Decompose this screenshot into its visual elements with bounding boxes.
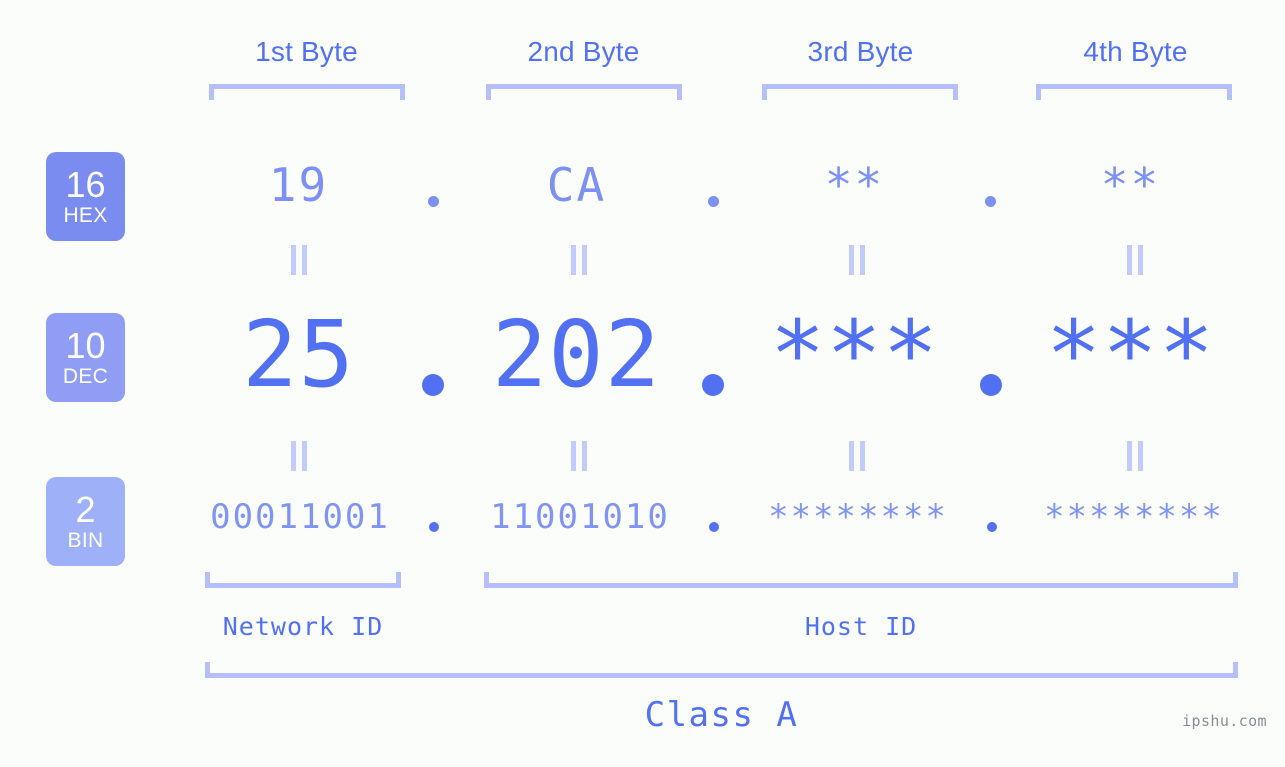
base-badge-dec-number: 10	[65, 325, 106, 366]
host-id-label: Host ID	[804, 612, 918, 641]
bin-byte-3: ********	[768, 497, 948, 537]
byte-bracket-4	[1036, 84, 1232, 100]
class-label: Class A	[644, 695, 799, 735]
hex-byte-1: 19	[268, 158, 329, 212]
byte-bracket-3	[762, 84, 958, 100]
base-badge-bin: 2 BIN	[46, 477, 125, 566]
byte-header-1: 1st Byte	[255, 36, 358, 67]
equals-icon-8	[1127, 441, 1143, 471]
base-badge-hex-label: HEX	[63, 204, 108, 227]
hex-separator-dot-1	[428, 196, 439, 207]
hex-byte-4: **	[1100, 158, 1161, 212]
dec-separator-dot-2	[702, 374, 724, 396]
dec-byte-4: ***	[1045, 301, 1216, 408]
byte-bracket-1	[209, 84, 405, 100]
base-badge-hex: 16 HEX	[46, 152, 125, 241]
equals-icon-1	[291, 245, 307, 275]
bin-separator-dot-2	[709, 522, 719, 532]
base-badge-bin-label: BIN	[67, 529, 104, 552]
hex-byte-3: **	[824, 158, 885, 212]
hex-separator-dot-2	[708, 196, 719, 207]
equals-icon-4	[1127, 245, 1143, 275]
byte-bracket-2	[486, 84, 682, 100]
host-id-bracket	[484, 572, 1238, 588]
byte-header-3: 3rd Byte	[807, 36, 914, 67]
bin-byte-4: ********	[1044, 497, 1224, 537]
dec-byte-1: 25	[242, 301, 355, 408]
class-bracket	[205, 662, 1238, 678]
equals-icon-3	[849, 245, 865, 275]
hex-separator-dot-3	[985, 196, 996, 207]
equals-icon-7	[849, 441, 865, 471]
bin-byte-1: 00011001	[210, 497, 390, 537]
dec-separator-dot-1	[422, 374, 444, 396]
bin-byte-2: 11001010	[490, 497, 670, 537]
bin-separator-dot-3	[987, 522, 997, 532]
watermark: ipshu.com	[1182, 712, 1267, 730]
equals-icon-5	[291, 441, 307, 471]
equals-icon-6	[571, 441, 587, 471]
byte-header-2: 2nd Byte	[527, 36, 640, 67]
equals-icon-2	[571, 245, 587, 275]
base-badge-hex-number: 16	[65, 164, 106, 205]
base-badge-dec: 10 DEC	[46, 313, 125, 402]
network-id-label: Network ID	[222, 612, 384, 641]
network-id-bracket	[205, 572, 401, 588]
dec-byte-3: ***	[769, 301, 940, 408]
byte-header-4: 4th Byte	[1083, 36, 1188, 67]
base-badge-dec-label: DEC	[62, 365, 109, 388]
ip-address-diagram: 1st Byte 2nd Byte 3rd Byte 4th Byte 16 H…	[0, 0, 1285, 767]
dec-byte-2: 202	[491, 301, 662, 408]
bin-separator-dot-1	[429, 522, 439, 532]
base-badge-bin-number: 2	[75, 489, 96, 530]
hex-byte-2: CA	[546, 158, 607, 212]
dec-separator-dot-3	[980, 374, 1002, 396]
